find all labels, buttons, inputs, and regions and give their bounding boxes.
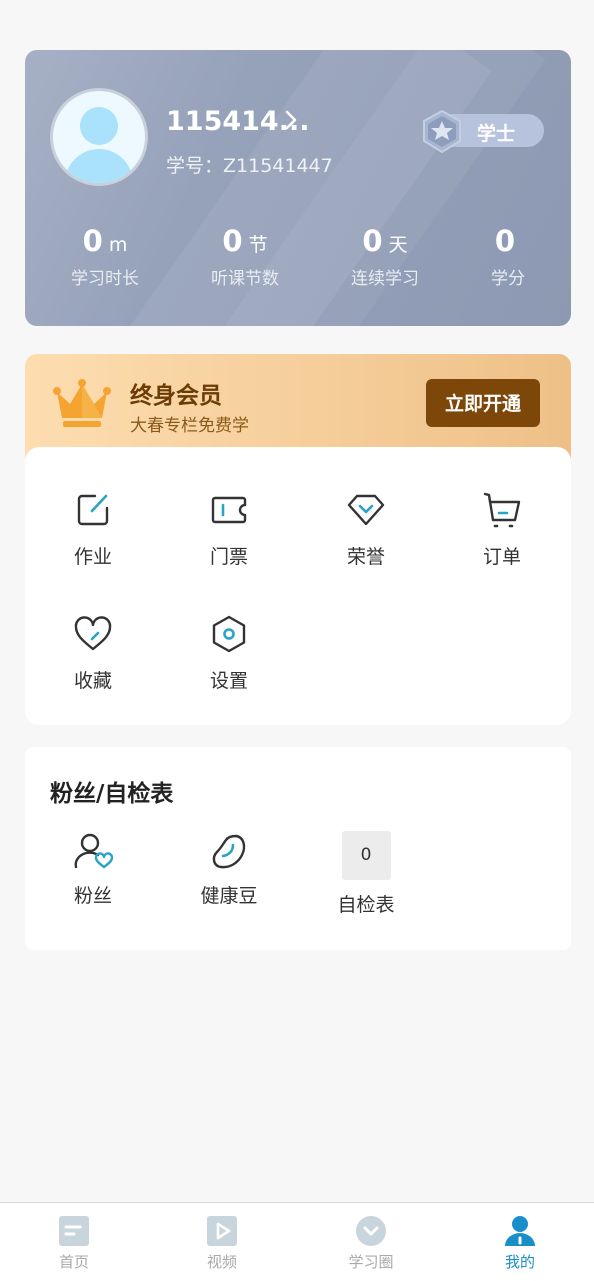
tab-home[interactable]: 首页 xyxy=(0,1215,148,1272)
fans-item-label: 自检表 xyxy=(337,894,395,916)
video-icon xyxy=(207,1216,237,1246)
fans-item-self-check[interactable]: 0 自检表 xyxy=(298,831,434,917)
circle-icon xyxy=(356,1216,386,1246)
bottom-tab-bar: 首页 视频 学习圈 我的 xyxy=(0,1202,594,1281)
crown-icon xyxy=(53,379,111,427)
menu-item-homework[interactable]: 作业 xyxy=(25,490,161,569)
stat-label: 连续学习 xyxy=(351,269,419,289)
fans-item-label: 粉丝 xyxy=(73,885,112,907)
activate-vip-button[interactable]: 立即开通 xyxy=(426,379,540,427)
rank-label: 学士 xyxy=(477,123,516,145)
stat-unit: 节 xyxy=(248,234,268,256)
section-title: 粉丝/自检表 xyxy=(50,781,174,807)
tab-mine[interactable]: 我的 xyxy=(446,1215,594,1272)
stat-label: 听课节数 xyxy=(211,269,279,289)
menu-item-label: 荣誉 xyxy=(346,546,385,568)
honor-icon xyxy=(347,494,385,526)
profile-card: 115414... 学号：Z11541447 学士 0m 学习时长 0节 听课节… xyxy=(25,50,571,326)
stat-study-time[interactable]: 0m 学习时长 xyxy=(35,224,175,289)
stat-value: 0 xyxy=(362,224,383,258)
menu-item-label: 收藏 xyxy=(73,670,112,692)
vip-title: 终身会员 xyxy=(130,383,222,409)
star-badge-icon xyxy=(423,110,461,154)
stat-label: 学分 xyxy=(491,269,525,289)
menu-item-label: 门票 xyxy=(209,546,248,568)
tab-study-circle[interactable]: 学习圈 xyxy=(297,1215,445,1272)
heart-icon xyxy=(74,616,112,651)
fans-item-health-beans[interactable]: 健康豆 xyxy=(161,831,297,908)
profile-icon xyxy=(505,1216,535,1246)
stat-credits[interactable]: 0 学分 xyxy=(438,224,571,289)
menu-item-settings[interactable]: 设置 xyxy=(161,614,297,693)
tab-label: 学习圈 xyxy=(348,1253,394,1271)
cart-icon xyxy=(483,492,521,528)
stat-value: 0 xyxy=(222,224,243,258)
avatar-body-icon xyxy=(65,149,133,183)
fans-icon xyxy=(74,833,113,869)
fans-item-label: 健康豆 xyxy=(200,885,258,907)
bean-icon xyxy=(212,834,246,869)
stat-unit: m xyxy=(108,234,128,256)
stat-streak[interactable]: 0天 连续学习 xyxy=(315,224,455,289)
ticket-icon xyxy=(211,496,247,524)
stat-value: 0 xyxy=(82,224,103,258)
tab-label: 首页 xyxy=(58,1253,89,1271)
avatar-head-icon xyxy=(80,107,118,145)
fans-item-followers[interactable]: 粉丝 xyxy=(25,831,161,908)
menu-item-honor[interactable]: 荣誉 xyxy=(298,490,434,569)
menu-item-label: 订单 xyxy=(482,546,521,568)
rank-badge[interactable]: 学士 xyxy=(420,110,544,154)
self-check-count: 0 xyxy=(341,831,391,880)
menu-item-favorites[interactable]: 收藏 xyxy=(25,614,161,693)
tab-label: 视频 xyxy=(206,1253,237,1271)
tab-label: 我的 xyxy=(504,1253,535,1271)
chevron-right-icon[interactable] xyxy=(281,110,301,130)
settings-icon xyxy=(212,615,246,653)
menu-grid: 作业 门票 荣誉 订单 收藏 设置 xyxy=(25,447,571,725)
menu-item-orders[interactable]: 订单 xyxy=(434,490,570,569)
stat-lessons[interactable]: 0节 听课节数 xyxy=(175,224,315,289)
home-icon xyxy=(59,1216,89,1246)
fans-section: 粉丝/自检表 粉丝 健康豆 0 自检表 xyxy=(25,747,571,950)
vip-subtitle: 大春专栏免费学 xyxy=(130,416,249,436)
tab-video[interactable]: 视频 xyxy=(148,1215,296,1272)
stat-unit: 天 xyxy=(388,234,408,256)
stat-label: 学习时长 xyxy=(71,269,139,289)
menu-item-ticket[interactable]: 门票 xyxy=(161,490,297,569)
menu-item-label: 作业 xyxy=(73,546,112,568)
avatar[interactable] xyxy=(50,88,148,186)
edit-icon xyxy=(77,494,109,526)
student-id: 学号：Z11541447 xyxy=(166,155,333,177)
menu-item-label: 设置 xyxy=(209,670,248,692)
stat-value: 0 xyxy=(494,224,516,258)
